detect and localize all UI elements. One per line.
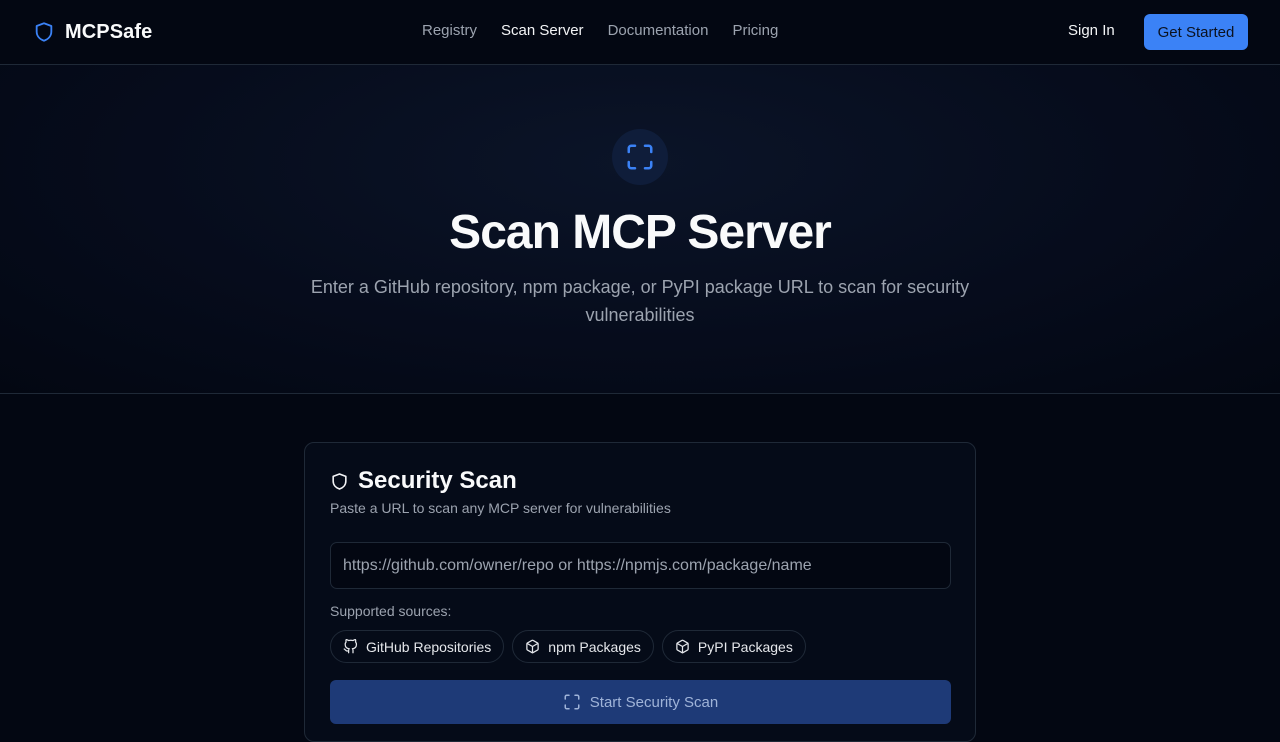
scan-icon bbox=[564, 694, 580, 710]
card-subtitle: Paste a URL to scan any MCP server for v… bbox=[330, 500, 671, 516]
source-chip-label: GitHub Repositories bbox=[366, 638, 492, 655]
url-input[interactable] bbox=[330, 542, 951, 589]
get-started-button[interactable]: Get Started bbox=[1144, 14, 1248, 50]
main-nav: Registry Scan Server Documentation Prici… bbox=[422, 22, 778, 39]
shield-icon bbox=[332, 472, 347, 490]
hero-icon-badge bbox=[612, 129, 668, 185]
card-header: Security Scan bbox=[330, 467, 517, 495]
github-icon bbox=[343, 639, 358, 654]
nav-link-scan-server[interactable]: Scan Server bbox=[501, 22, 584, 39]
source-chip-label: PyPI Packages bbox=[697, 638, 793, 655]
scan-button-label: Start Security Scan bbox=[589, 693, 719, 711]
top-navbar: MCPSafe Registry Scan Server Documentati… bbox=[0, 0, 1280, 65]
scan-icon bbox=[627, 144, 653, 170]
sign-in-link[interactable]: Sign In bbox=[1068, 22, 1115, 39]
hero-section: Scan MCP Server Enter a GitHub repositor… bbox=[0, 65, 1280, 394]
source-chip-label: npm Packages bbox=[548, 638, 641, 655]
source-chip-github[interactable]: GitHub Repositories bbox=[330, 630, 505, 663]
package-icon bbox=[526, 639, 540, 654]
brand-logo[interactable]: MCPSafe bbox=[33, 20, 152, 44]
card-title: Security Scan bbox=[358, 467, 517, 494]
shield-icon bbox=[35, 22, 53, 42]
package-icon bbox=[676, 639, 689, 654]
page-title: Scan MCP Server bbox=[449, 206, 832, 259]
supported-sources-list: GitHub Repositories npm Packages PyPI Pa… bbox=[330, 630, 806, 663]
nav-link-documentation[interactable]: Documentation bbox=[608, 22, 709, 39]
source-chip-pypi[interactable]: PyPI Packages bbox=[661, 630, 806, 663]
nav-link-registry[interactable]: Registry bbox=[422, 22, 477, 39]
supported-sources-label: Supported sources: bbox=[330, 603, 452, 619]
security-scan-card: Security Scan Paste a URL to scan any MC… bbox=[304, 442, 976, 742]
nav-link-pricing[interactable]: Pricing bbox=[732, 22, 778, 39]
start-security-scan-button[interactable]: Start Security Scan bbox=[330, 680, 951, 724]
source-chip-npm[interactable]: npm Packages bbox=[512, 630, 654, 663]
brand-name: MCPSafe bbox=[65, 20, 153, 43]
page-subtitle: Enter a GitHub repository, npm package, … bbox=[310, 277, 970, 325]
